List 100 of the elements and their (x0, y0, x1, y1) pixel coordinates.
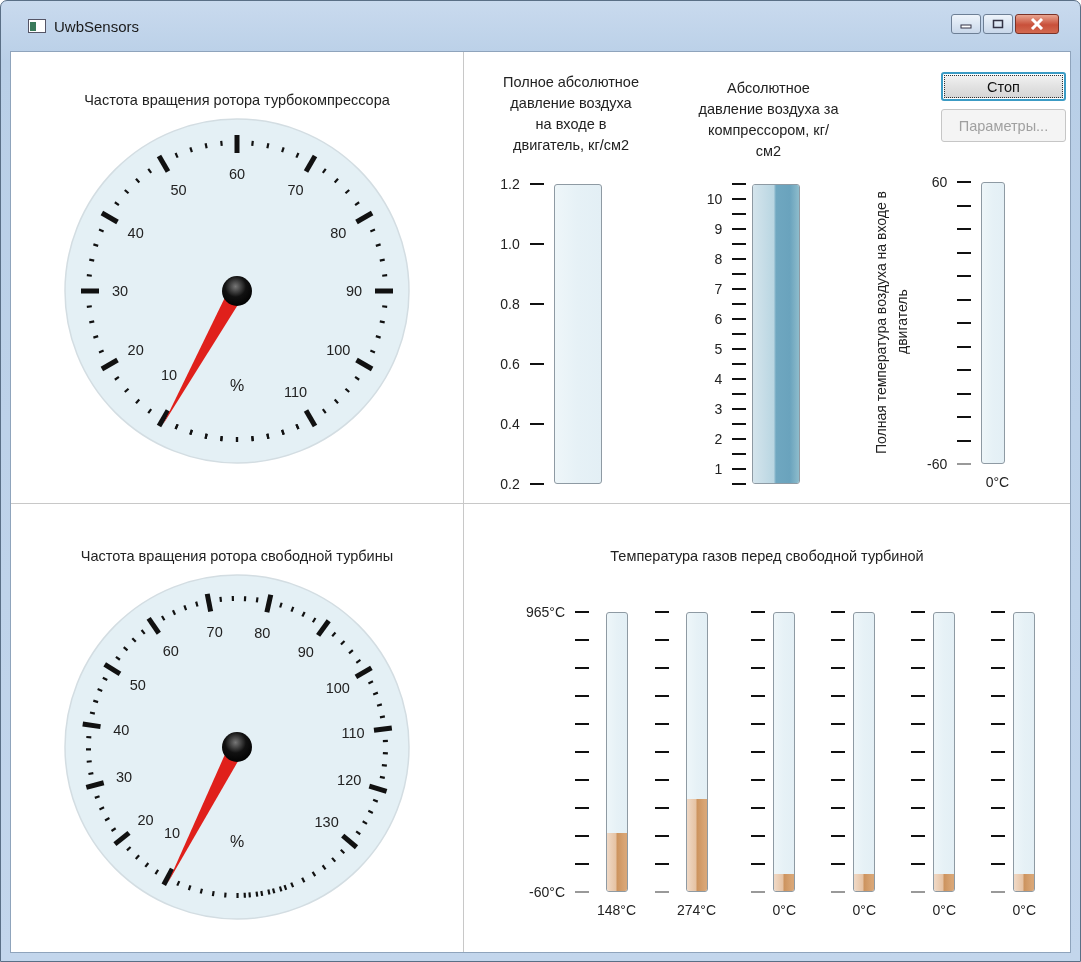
scale-tick (575, 611, 589, 613)
scale-label: 80 (330, 224, 347, 241)
scale-tick (750, 807, 765, 809)
scale-tick (957, 416, 972, 418)
scale-label: 110 (341, 724, 365, 741)
scale-label: 70 (287, 181, 304, 198)
scale-tick (732, 183, 747, 185)
scale-label: 4 (714, 371, 723, 387)
scale-tick (910, 891, 925, 893)
scale-label: 0.4 (500, 416, 520, 432)
scale-tick (910, 751, 925, 753)
scale-tick (830, 807, 845, 809)
scale-label: 50 (170, 181, 187, 198)
scale-tick (750, 891, 765, 893)
scale-tick (957, 345, 972, 348)
scale-tick (529, 363, 544, 365)
scale-tick (655, 639, 669, 641)
scale-tick (957, 228, 972, 230)
scale-tick (910, 611, 925, 613)
scale-tick (575, 863, 589, 865)
scale-label: 2 (714, 431, 723, 447)
scale-label: 90 (297, 644, 314, 661)
scale-tick (990, 611, 1005, 613)
scale-label: 3 (714, 401, 723, 417)
scale-tick (732, 348, 747, 350)
close-button[interactable] (1015, 14, 1059, 34)
scale-tick (990, 723, 1005, 725)
scale-tick (732, 288, 747, 290)
scale-tick (655, 611, 669, 613)
scale-tick (732, 483, 747, 485)
scale-tick (750, 611, 765, 613)
scale-tick (910, 807, 925, 809)
close-icon (1030, 18, 1044, 30)
scale-tick (529, 243, 544, 245)
scale-tick (910, 863, 925, 865)
scale-tick (830, 667, 845, 669)
scale-tick (957, 251, 972, 254)
scale-tick (732, 198, 747, 200)
scale-tick (575, 723, 589, 725)
temperature-reading: 0°C (1012, 902, 1037, 918)
scale-tick (655, 779, 669, 781)
scale-tick (575, 639, 589, 641)
scale-tick (990, 751, 1005, 753)
scale-tick (830, 835, 845, 837)
scale-label: 5 (714, 341, 723, 357)
scale-tick (732, 228, 747, 230)
scale-tick (732, 378, 747, 380)
scale-label: 10 (163, 825, 181, 842)
maximize-button[interactable] (983, 14, 1013, 34)
scale-tick (655, 891, 669, 893)
scale-label: 60 (931, 174, 948, 190)
scale-tick (655, 695, 669, 697)
scale-tick (990, 667, 1005, 669)
scale-label: 1.2 (500, 176, 520, 192)
scale-label: 50 (129, 677, 146, 693)
scale-tick (957, 298, 972, 301)
scale-tick (910, 639, 925, 641)
scale-tick (990, 891, 1005, 893)
scale-tick (575, 695, 589, 697)
meter-title: Абсолютное давление воздуха за компрессором, кг/см2 (697, 79, 840, 161)
app-icon (28, 19, 46, 33)
temperature-reading: 0°C (772, 902, 797, 918)
scale-tick (750, 695, 765, 697)
scale-tick (957, 275, 972, 277)
scale-label: 110 (283, 384, 308, 401)
scale-tick (732, 258, 747, 260)
scale-label: 0.8 (500, 296, 520, 312)
scale-tick (732, 243, 747, 245)
scale-label: 10 (706, 191, 723, 207)
scale-tick (732, 213, 747, 215)
scale-label: 30 (111, 283, 129, 299)
temperature-reading: 148°C (597, 902, 637, 918)
scale-tick (655, 667, 669, 669)
scale-tick (575, 751, 589, 753)
scale-label: 20 (137, 811, 154, 828)
minimize-button[interactable] (951, 14, 981, 34)
maximize-icon (992, 19, 1004, 29)
scale-label: 30 (115, 769, 133, 786)
gauge-title: Частота вращения ротора турбокомпрессора (84, 92, 390, 108)
scale-tick (732, 453, 747, 455)
scale-tick (655, 807, 669, 809)
window-title: UwbSensors (54, 17, 141, 35)
scale-tick (732, 303, 747, 305)
scale-label: 130 (314, 814, 339, 831)
scale-label: 10 (160, 366, 178, 383)
scale-tick (957, 181, 972, 183)
scale-label: 40 (113, 721, 130, 738)
temperature-reading: 0°C (985, 474, 1010, 490)
scale-label: 80 (254, 624, 271, 641)
scale-label: 60 (228, 166, 246, 182)
scale-tick (990, 863, 1005, 865)
meter-title: Полная температура воздуха на входе в двигатель (872, 189, 911, 456)
scale-tick (910, 695, 925, 697)
scale-tick (575, 807, 589, 809)
scale-tick (957, 322, 972, 324)
scale-tick (830, 695, 845, 697)
scale-tick (990, 695, 1005, 697)
stop-button[interactable]: Стоп (941, 72, 1066, 101)
scale-tick (655, 751, 669, 753)
scale-tick (529, 183, 544, 185)
